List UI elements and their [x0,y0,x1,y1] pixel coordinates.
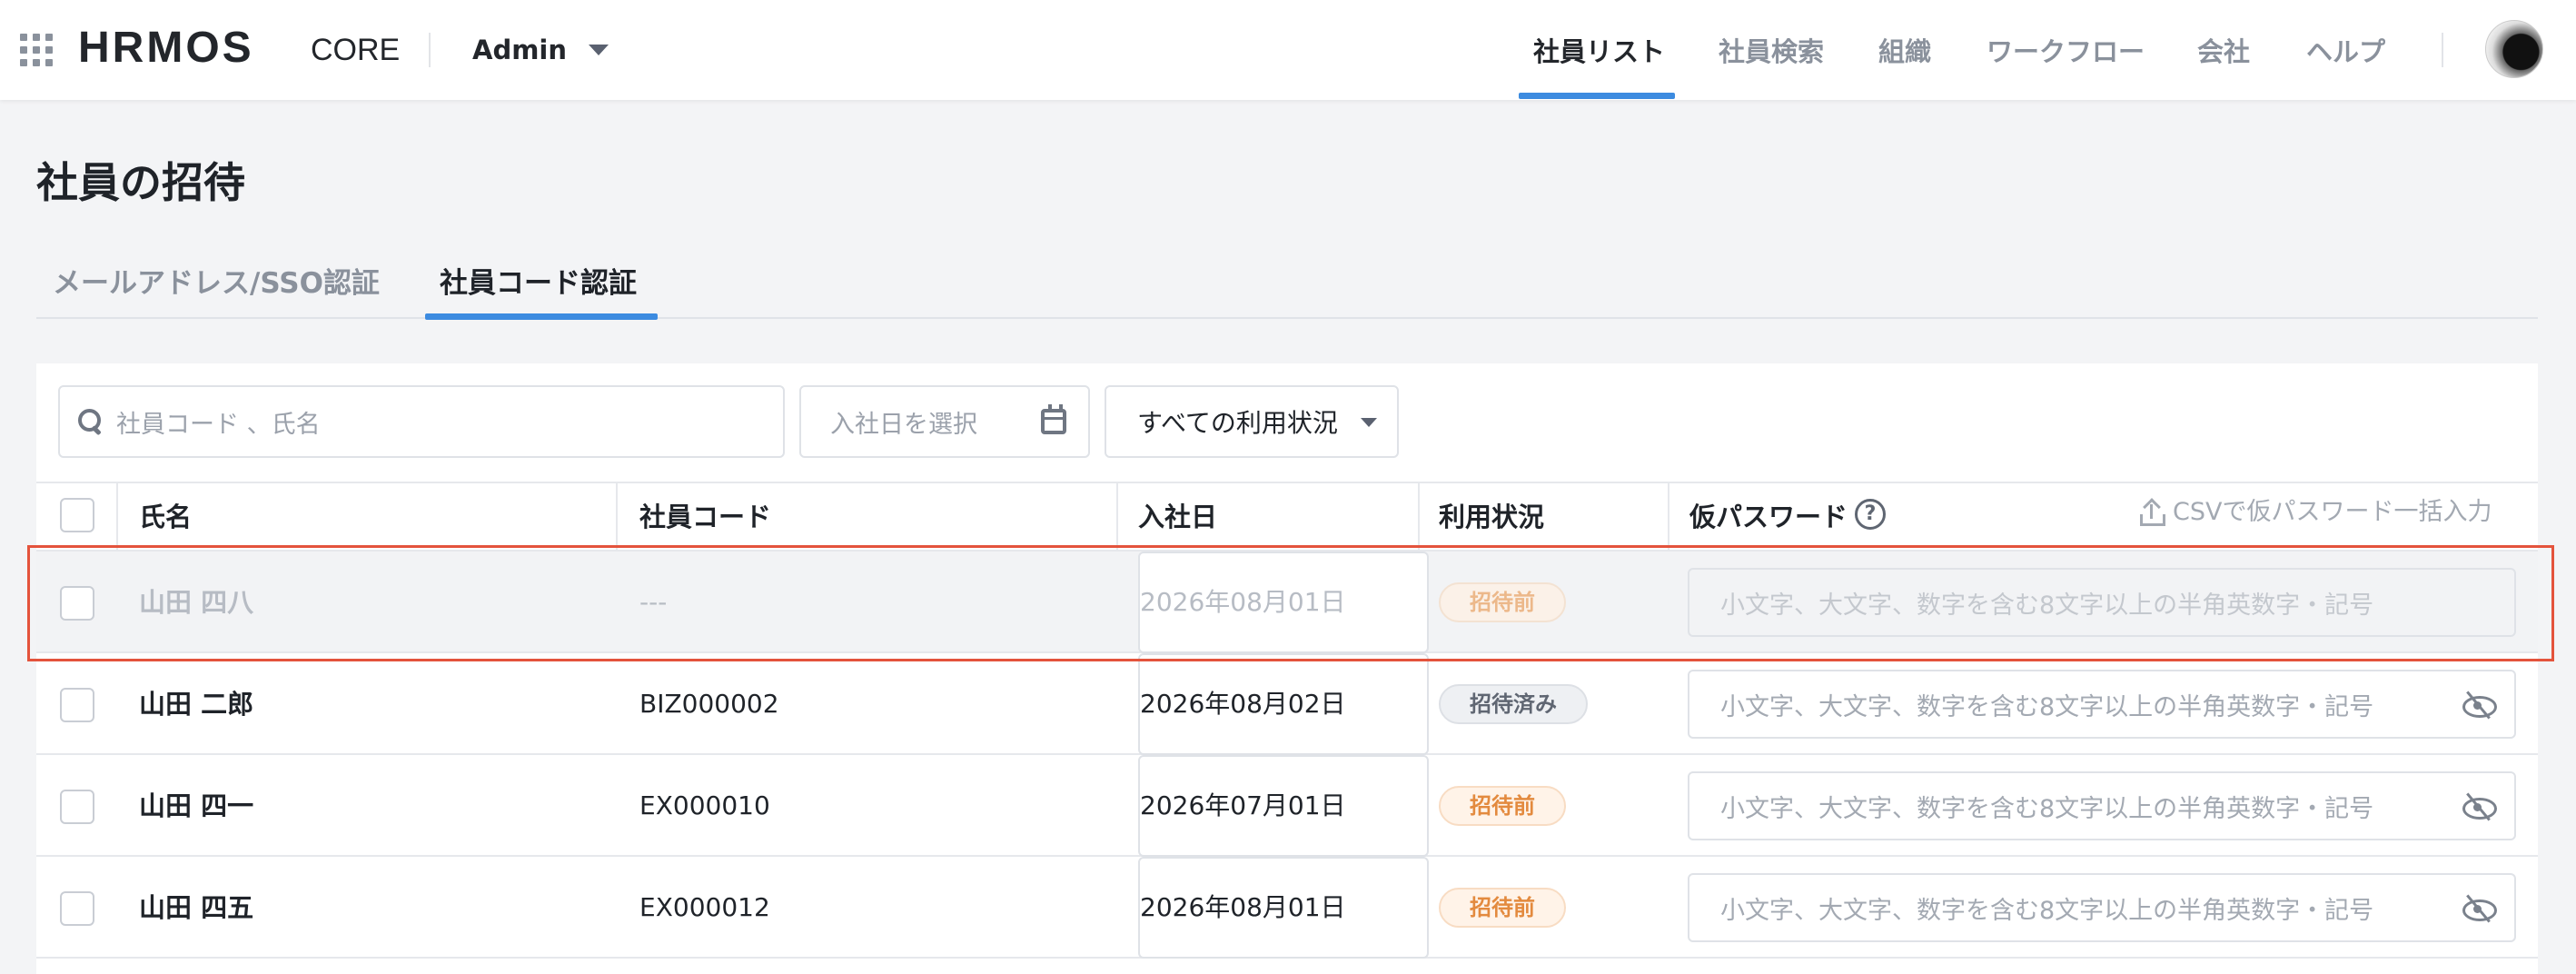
nav-active-indicator [1519,93,1675,99]
nav-employee-search[interactable]: 社員検索 [1719,0,1824,100]
column-header-code[interactable]: 社員コード [639,492,771,542]
page-title: 社員の招待 [36,158,245,207]
avatar[interactable] [2485,20,2543,78]
hire-date-picker[interactable]: 入社日を選択 [799,385,1090,458]
table-row: 山田 四八 --- 2026年08月01日 招待前 小文字、大文字、数字を含む8… [36,552,2538,653]
temp-password-field[interactable]: 小文字、大文字、数字を含む8文字以上の半角英数字・記号 [1688,670,2516,739]
row-checkbox [60,586,94,621]
table-row: 山田 二郎 BIZ000002 2026年08月02日 招待済み 小文字、大文字… [36,653,2538,755]
tab-employee-code[interactable]: 社員コード認証 [440,261,637,306]
nav-employee-list[interactable]: 社員リスト [1533,0,1665,100]
chevron-down-icon [1361,418,1377,427]
hire-date: 2026年08月02日 [1138,653,1429,755]
calendar-icon [1041,404,1066,434]
temp-password-field[interactable]: 小文字、大文字、数字を含む8文字以上の半角英数字・記号 [1688,873,2516,942]
hire-date: 2026年07月01日 [1138,755,1429,857]
csv-bulk-password-button[interactable]: CSVで仮パスワード一括入力 [2138,492,2492,532]
nav-help[interactable]: ヘルプ [2306,0,2385,100]
column-divider [1668,483,1669,550]
hire-date: 2026年08月01日 [1138,552,1429,653]
employee-code: EX000012 [639,892,770,922]
search-input[interactable]: 社員コード 、氏名 [58,385,785,458]
logo[interactable]: HRMOS [78,20,254,76]
top-header: HRMOS CORE Admin 社員リスト 社員検索 組織 ワークフロー 会社… [0,0,2576,100]
account-switcher[interactable]: Admin [472,30,609,70]
employee-code: --- [639,587,668,617]
nav-organization[interactable]: 組織 [1878,0,1931,100]
search-icon [78,409,104,434]
app-grid-icon[interactable] [20,34,53,66]
status-badge: 招待前 [1439,888,1566,928]
search-placeholder: 社員コード 、氏名 [116,410,321,439]
account-label: Admin [472,35,568,65]
column-header-temp-password: 仮パスワード [1689,502,1848,532]
row-checkbox[interactable] [60,790,94,824]
employee-name: 山田 四八 [139,587,254,618]
column-header-hire-date[interactable]: 入社日 [1138,492,1217,542]
nav-company[interactable]: 会社 [2197,0,2250,100]
column-header-status[interactable]: 利用状況 [1439,492,1544,542]
temp-password-field: 小文字、大文字、数字を含む8文字以上の半角英数字・記号 [1688,568,2516,637]
column-divider [616,483,618,550]
tab-active-indicator [425,313,658,320]
password-placeholder: 小文字、大文字、数字を含む8文字以上の半角英数字・記号 [1720,794,2374,823]
logo-subtitle: CORE [311,33,401,67]
employee-code: EX000010 [639,790,770,820]
row-checkbox[interactable] [60,891,94,926]
hire-date: 2026年08月01日 [1138,857,1429,959]
status-badge: 招待前 [1439,786,1566,826]
header-divider-right [2442,33,2443,67]
employee-code: BIZ000002 [639,689,779,719]
password-placeholder: 小文字、大文字、数字を含む8文字以上の半角英数字・記号 [1720,591,2374,620]
employee-name[interactable]: 山田 四一 [139,755,253,857]
chevron-down-icon [589,45,609,55]
employee-name[interactable]: 山田 二郎 [139,653,253,755]
csv-bulk-password-label: CSVで仮パスワード一括入力 [2173,498,2492,526]
column-divider [1418,483,1420,550]
nav-workflow[interactable]: ワークフロー [1986,0,2145,100]
select-all-checkbox[interactable] [60,498,94,532]
table-row: 山田 四一 EX000010 2026年07月01日 招待前 小文字、大文字、数… [36,755,2538,857]
tab-email-sso[interactable]: メールアドレス/SSO認証 [53,261,380,306]
employee-name[interactable]: 山田 四五 [139,857,253,959]
table-row: 山田 四五 EX000012 2026年08月01日 招待前 小文字、大文字、数… [36,857,2538,959]
column-divider [1116,483,1118,550]
eye-off-icon[interactable] [2462,791,2497,822]
eye-off-icon[interactable] [2462,893,2497,924]
table-header-top-border [36,482,2538,483]
tabs-divider [36,317,2538,319]
password-placeholder: 小文字、大文字、数字を含む8文字以上の半角英数字・記号 [1720,896,2374,925]
eye-off-icon[interactable] [2462,690,2497,721]
date-placeholder: 入社日を選択 [830,410,977,439]
status-filter-value: すべての利用状況 [1137,408,1338,438]
column-header-name[interactable]: 氏名 [139,492,192,542]
help-icon[interactable]: ? [1855,499,1886,530]
header-divider [429,33,431,67]
status-badge: 招待前 [1439,582,1566,622]
row-checkbox[interactable] [60,688,94,722]
temp-password-field[interactable]: 小文字、大文字、数字を含む8文字以上の半角英数字・記号 [1688,771,2516,840]
status-filter-select[interactable]: すべての利用状況 [1105,385,1399,458]
status-badge: 招待済み [1439,684,1588,724]
password-placeholder: 小文字、大文字、数字を含む8文字以上の半角英数字・記号 [1720,692,2374,721]
upload-icon [2138,499,2165,526]
column-divider [116,483,118,550]
